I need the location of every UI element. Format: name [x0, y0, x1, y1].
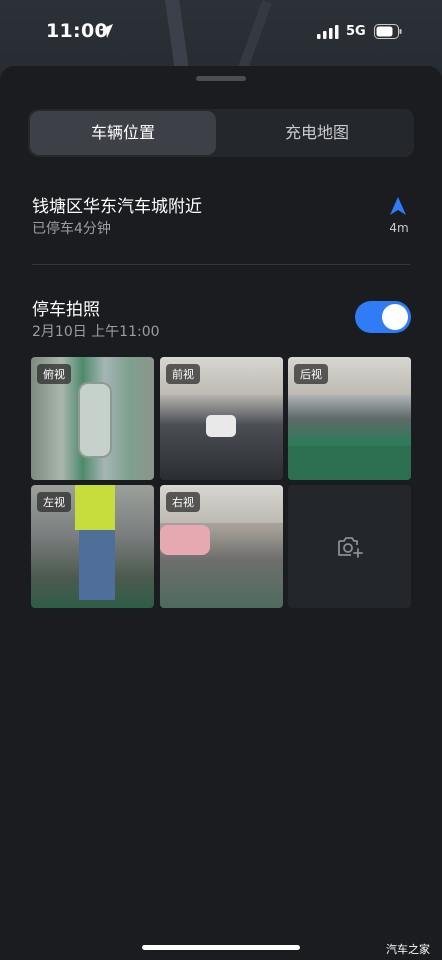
photo-grid: 俯视 前视 后视 左视 右视	[31, 357, 411, 608]
parking-screen: 11:00 5G 车辆位置 充电地图 钱塘区华东汽车城附近 已停车4分钟 4m	[0, 0, 442, 960]
photo-right-view[interactable]: 右视	[160, 485, 283, 608]
location-arrow-icon	[99, 24, 113, 38]
photo-label: 前视	[166, 364, 200, 384]
photo-label: 俯视	[37, 364, 71, 384]
person-vest	[75, 485, 115, 530]
watermark: 汽车之家	[386, 943, 430, 956]
photo-top-view[interactable]: 俯视	[31, 357, 154, 480]
battery-icon	[374, 24, 402, 39]
camera-plus-icon	[338, 537, 363, 558]
parking-photo-toggle[interactable]	[355, 301, 411, 333]
parking-photo-title: 停车拍照	[32, 300, 100, 320]
parked-duration: 已停车4分钟	[32, 221, 111, 237]
distance-label: 4m	[389, 221, 409, 235]
photo-label: 右视	[166, 492, 200, 512]
sheet-grabber[interactable]	[196, 76, 246, 81]
parking-photo-date: 2月10日 上午11:00	[32, 324, 160, 340]
signal-bars-icon	[317, 25, 339, 39]
photo-rear-view[interactable]: 后视	[288, 357, 411, 480]
photo-front-view[interactable]: 前视	[160, 357, 283, 480]
green-lane	[288, 446, 411, 480]
pink-car	[160, 525, 210, 555]
photo-label: 后视	[294, 364, 328, 384]
person-legs	[79, 530, 115, 600]
location-name: 钱塘区华东汽车城附近	[32, 197, 202, 217]
photo-left-view[interactable]: 左视	[31, 485, 154, 608]
tab-switcher: 车辆位置 充电地图	[28, 109, 414, 157]
network-type: 5G	[346, 24, 366, 39]
tab-vehicle-location[interactable]: 车辆位置	[30, 111, 216, 155]
status-bar: 11:00 5G	[0, 0, 442, 66]
home-indicator[interactable]	[142, 945, 300, 950]
car-top-view	[78, 382, 112, 458]
divider	[32, 264, 410, 265]
tab-charging-map[interactable]: 充电地图	[222, 111, 412, 155]
navigation-arrow-icon[interactable]	[388, 196, 408, 216]
toggle-knob	[382, 304, 408, 330]
vehicle	[206, 415, 236, 437]
photo-label: 左视	[37, 492, 71, 512]
add-photo-button[interactable]	[288, 485, 411, 608]
bottom-sheet: 车辆位置 充电地图 钱塘区华东汽车城附近 已停车4分钟 4m 停车拍照 2月10…	[0, 66, 442, 960]
